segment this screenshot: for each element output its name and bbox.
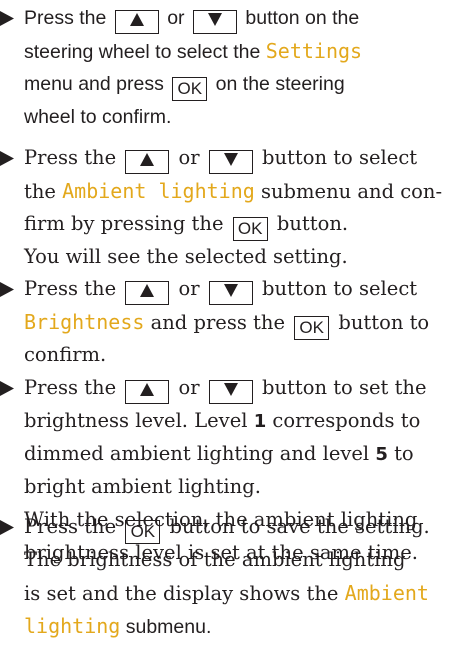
step-text: corresponds to xyxy=(266,409,421,432)
step-text: You will see the selected setting. xyxy=(24,245,348,268)
level-number: 1 xyxy=(253,411,267,432)
step-text: Press the xyxy=(24,515,123,538)
step-text: wheel to confirm. xyxy=(24,106,172,128)
step-text: Press the xyxy=(24,277,123,300)
display-menu-name: lighting xyxy=(24,614,121,638)
step-text: submenu. xyxy=(120,616,212,638)
step-text: brightness level. Level xyxy=(24,409,254,432)
step-text: button on the xyxy=(239,7,360,29)
down-button-icon xyxy=(208,380,253,404)
up-button-icon xyxy=(125,281,170,305)
step-text: bright ambient lighting. xyxy=(24,475,261,498)
display-menu-name: Settings xyxy=(265,39,363,63)
instruction-document: Press the or button on the steering whee… xyxy=(0,0,463,654)
bullet-arrow-icon xyxy=(0,282,14,297)
step-text: button to select xyxy=(255,146,418,169)
display-menu-name: Ambient xyxy=(344,581,429,605)
step-text: or xyxy=(161,7,190,29)
step-text: and press the xyxy=(144,311,292,334)
level-number: 5 xyxy=(375,444,388,465)
step-text: button to set the xyxy=(255,376,427,399)
step-text: on the steering xyxy=(210,73,345,95)
step-text: submenu and con- xyxy=(254,180,443,203)
step-text: button to xyxy=(332,311,430,334)
bullet-arrow-icon xyxy=(0,11,14,26)
bullet-arrow-icon xyxy=(0,151,14,166)
step-text: button to save the setting. xyxy=(163,515,430,538)
step-text: dimmed ambient lighting and level xyxy=(24,442,376,465)
step-text: button to select xyxy=(255,277,418,300)
step-text: confirm. xyxy=(24,343,107,366)
ok-button-icon: OK xyxy=(232,217,268,241)
step-text: The brightness of the ambient lighting xyxy=(24,548,406,571)
down-button-icon xyxy=(208,281,253,305)
bullet-arrow-icon xyxy=(0,520,14,535)
step-text: menu and press xyxy=(24,73,170,95)
step-text: the xyxy=(24,180,63,203)
display-menu-name: Ambient lighting xyxy=(62,179,255,203)
bullet-arrow-icon xyxy=(0,381,14,396)
step-text: is set and the display shows the xyxy=(24,582,345,605)
ok-button-icon: OK xyxy=(125,520,161,544)
step-text: or xyxy=(172,146,206,169)
up-button-icon xyxy=(125,150,170,174)
display-menu-name: Brightness xyxy=(24,310,145,334)
up-button-icon xyxy=(125,380,170,404)
ok-button-icon: OK xyxy=(294,316,330,340)
step-text: steering wheel to select the xyxy=(24,41,266,63)
step-text: Press the xyxy=(24,146,123,169)
step-text: or xyxy=(172,376,206,399)
step-text: Press the xyxy=(24,7,112,29)
step-text: to xyxy=(387,442,414,465)
step-text: Press the xyxy=(24,376,123,399)
step-text: button. xyxy=(270,212,349,235)
step-text: firm by pressing the xyxy=(24,212,230,235)
ok-button-icon: OK xyxy=(172,77,208,101)
up-button-icon xyxy=(114,10,159,34)
down-button-icon xyxy=(208,150,253,174)
step-text: or xyxy=(172,277,206,300)
down-button-icon xyxy=(192,10,237,34)
